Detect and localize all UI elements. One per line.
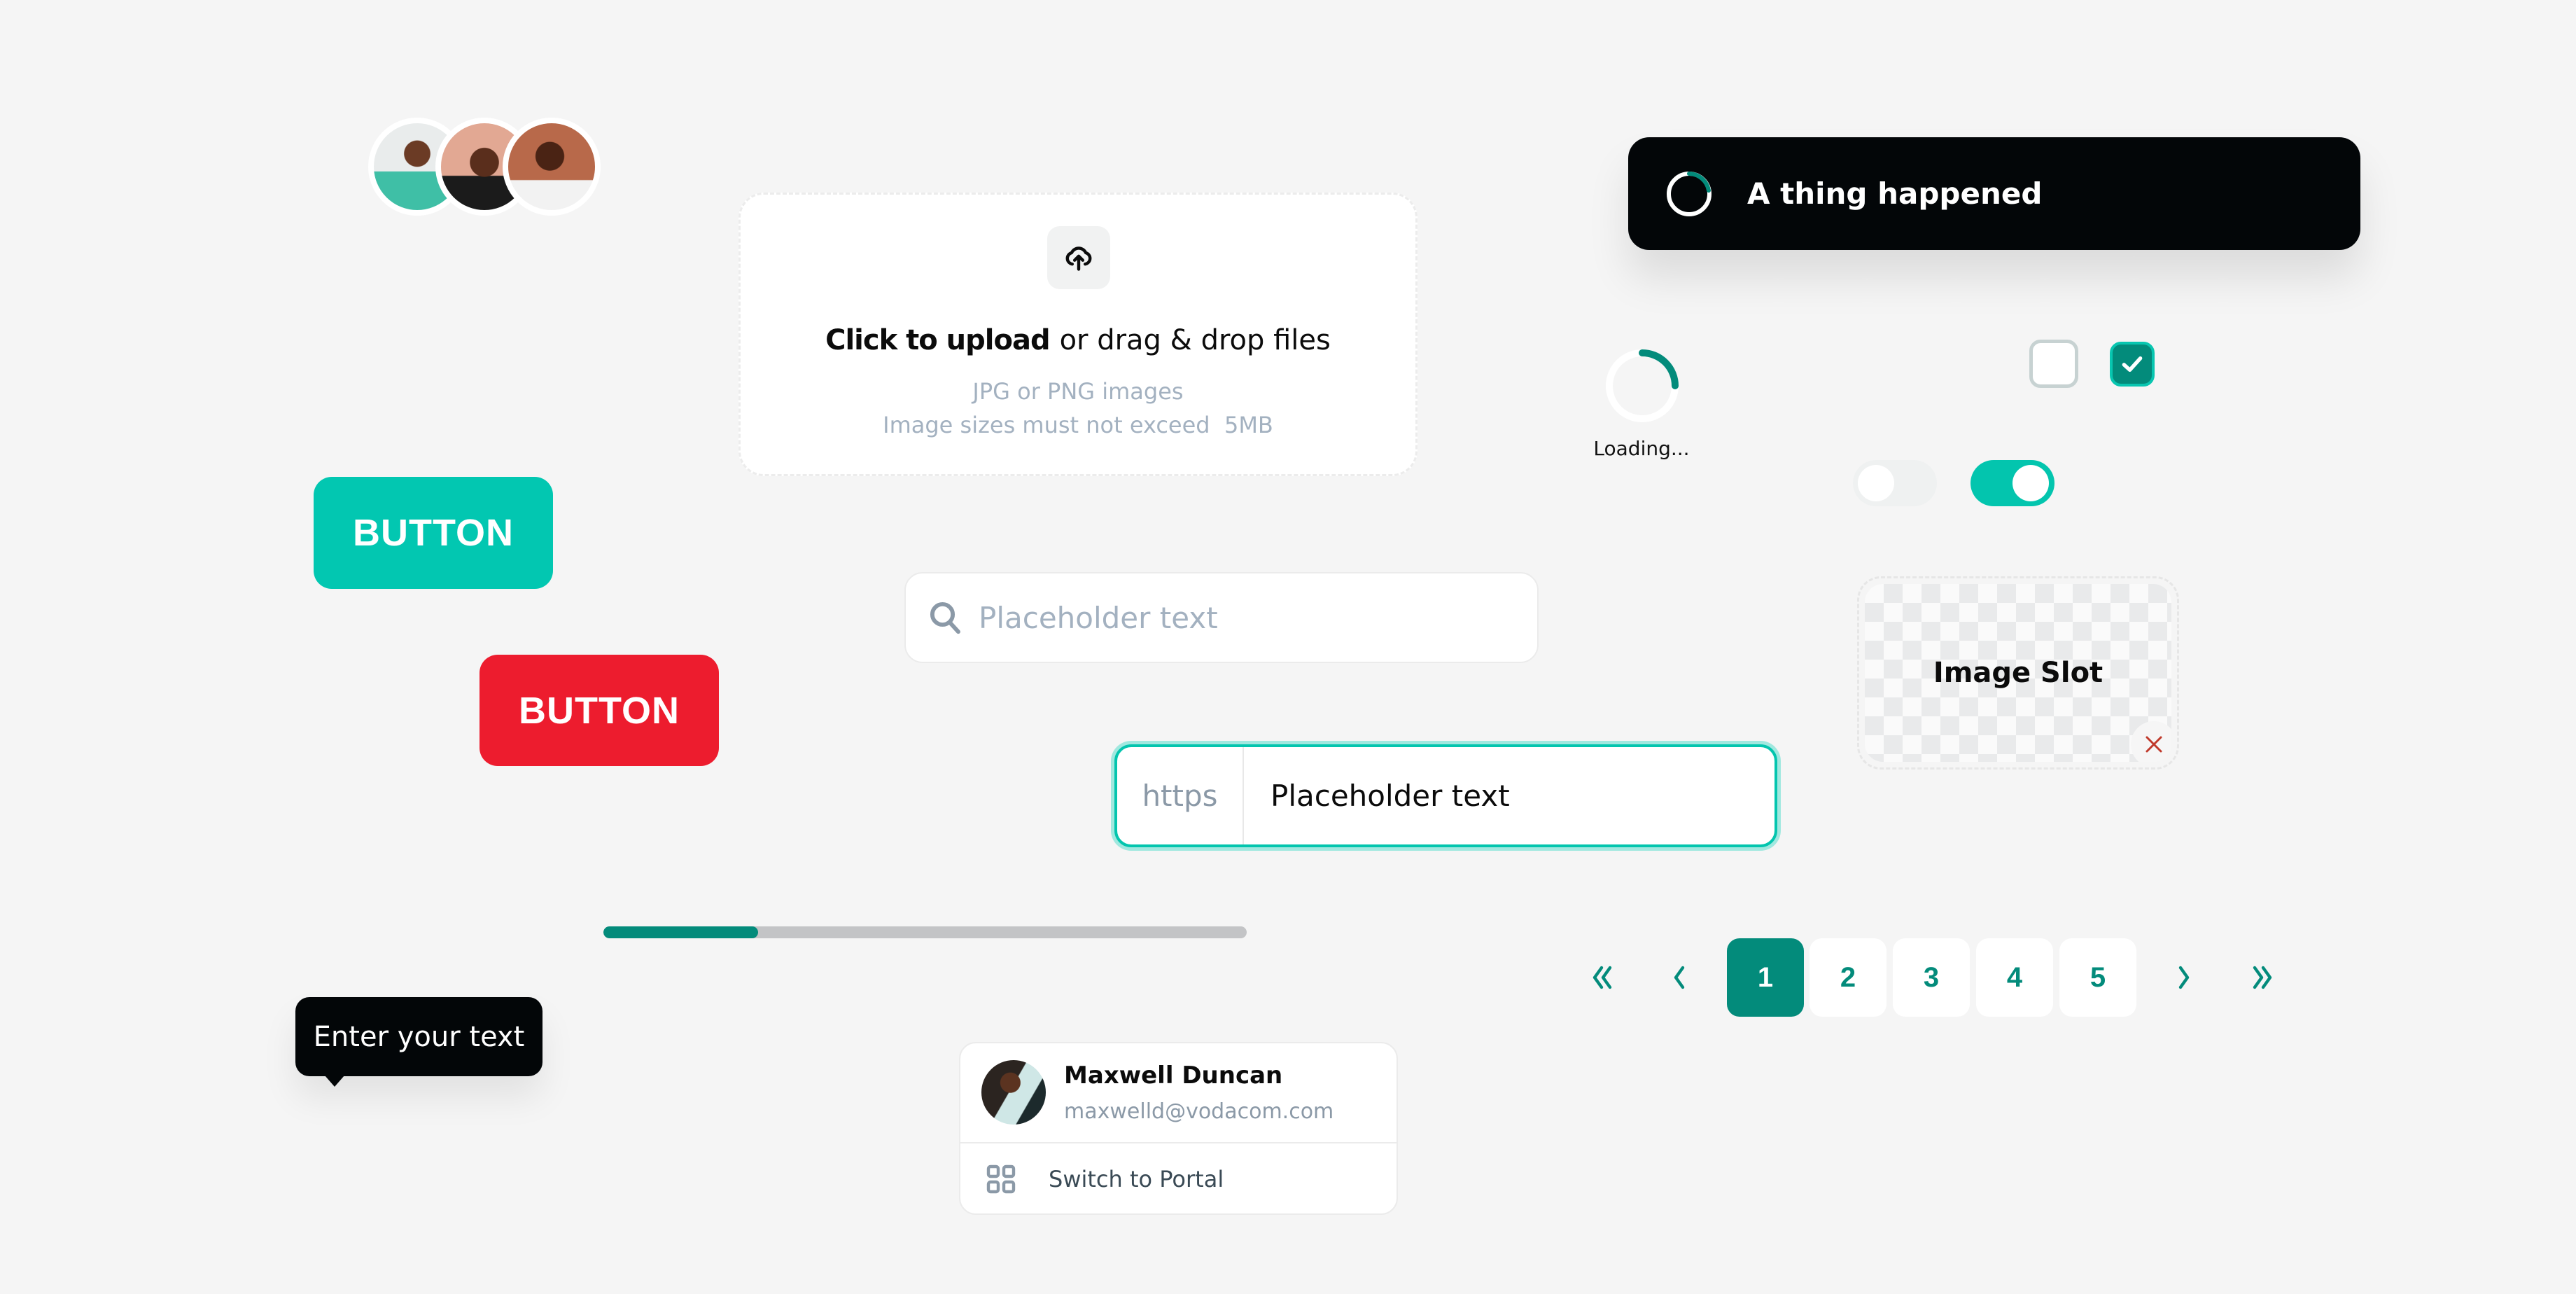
image-slot-placeholder: Image Slot	[1865, 584, 2171, 762]
loading-label: Loading...	[1593, 437, 1690, 460]
upload-size-hint: Image sizes must not exceed 5MB	[883, 412, 1273, 438]
remove-image-button[interactable]	[2131, 721, 2171, 762]
tooltip-tail	[325, 1076, 344, 1087]
upload-dropzone[interactable]: Click to upload or drag & drop files JPG …	[738, 193, 1418, 476]
tooltip: Enter your text	[295, 997, 542, 1087]
search-input[interactable]	[977, 599, 1470, 636]
page-button[interactable]: 4	[1976, 938, 2053, 1017]
page-button[interactable]: 3	[1893, 938, 1970, 1017]
grid-icon	[986, 1164, 1016, 1194]
close-icon	[2146, 736, 2162, 753]
progress-bar	[603, 926, 1247, 938]
avatar	[981, 1060, 1046, 1125]
previous-page-button[interactable]	[1659, 938, 1701, 1017]
toggle-knob	[2012, 465, 2049, 501]
page-button[interactable]: 2	[1809, 938, 1886, 1017]
first-page-button[interactable]	[1582, 938, 1624, 1017]
url-input-field[interactable]: https	[1114, 744, 1777, 847]
next-page-button[interactable]	[2162, 938, 2204, 1017]
user-card-header: Maxwell Duncan maxwelld@vodacom.com	[960, 1043, 1396, 1143]
checkmark-icon	[2122, 356, 2143, 372]
switch-portal-button[interactable]: Switch to Portal	[960, 1143, 1396, 1213]
double-chevron-left-icon	[1592, 966, 1612, 989]
tooltip-text: Enter your text	[313, 1020, 525, 1053]
spinner-icon	[1667, 171, 1712, 216]
chevron-left-icon	[1674, 966, 1685, 989]
search-field[interactable]	[904, 572, 1539, 663]
page-button[interactable]: 1	[1727, 938, 1804, 1017]
loading-spinner	[1606, 349, 1679, 422]
cloud-upload-icon	[1065, 246, 1092, 271]
danger-button[interactable]: BUTTON	[479, 655, 719, 766]
upload-instructions-suffix: or drag & drop files	[1059, 324, 1331, 356]
user-email: maxwelld@vodacom.com	[1064, 1099, 1334, 1124]
search-icon	[930, 601, 960, 634]
last-page-button[interactable]	[2241, 938, 2283, 1017]
image-slot[interactable]: Image Slot	[1857, 576, 2179, 770]
url-input[interactable]	[1269, 778, 1748, 814]
toggle-off[interactable]	[1853, 460, 1937, 506]
toggle-knob	[1858, 465, 1894, 501]
checkbox-unchecked[interactable]	[2029, 340, 2078, 388]
switch-portal-label: Switch to Portal	[1049, 1166, 1224, 1192]
loading-spinner-arc	[1639, 349, 1679, 389]
progress-bar-fill	[603, 926, 758, 938]
avatar[interactable]	[503, 118, 601, 216]
toast-notification: A thing happened	[1628, 137, 2360, 250]
upload-instructions: Click to upload or drag & drop files	[741, 324, 1415, 356]
upload-icon-container	[1047, 226, 1110, 289]
chevron-right-icon	[2178, 966, 2190, 989]
user-name: Maxwell Duncan	[1064, 1062, 1283, 1090]
toggle-on[interactable]	[1970, 460, 2054, 506]
user-card: Maxwell Duncan maxwelld@vodacom.com Swit…	[959, 1042, 1398, 1215]
checkbox-checked[interactable]	[2110, 342, 2155, 387]
primary-button[interactable]: BUTTON	[314, 477, 553, 589]
upload-format-hint: JPG or PNG images	[972, 378, 1184, 405]
toast-message: A thing happened	[1747, 176, 2043, 211]
double-chevron-right-icon	[2253, 966, 2272, 989]
upload-link[interactable]: Click to upload	[825, 324, 1050, 356]
image-slot-label: Image Slot	[1933, 657, 2104, 689]
page-button[interactable]: 5	[2059, 938, 2136, 1017]
url-prefix: https	[1117, 747, 1244, 844]
